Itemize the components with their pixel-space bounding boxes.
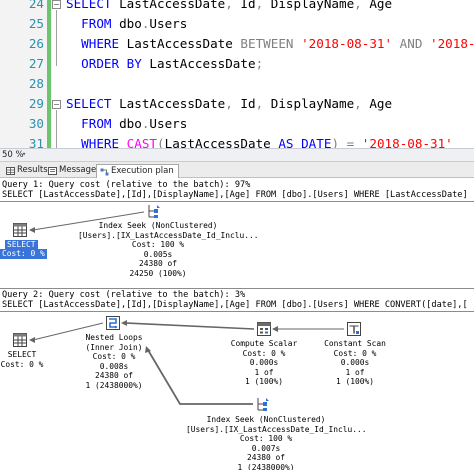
line-number: 26 <box>28 36 44 51</box>
code-text: FROM dbo.Users <box>66 114 187 134</box>
code-token: LastAccessDate <box>149 56 256 71</box>
chevron-down-icon[interactable]: ▾ <box>22 150 26 158</box>
code-line[interactable]: 27 ORDER BY LastAccessDate; <box>0 54 474 74</box>
code-text: SELECT LastAccessDate, Id, DisplayName, … <box>66 94 392 114</box>
collapse-toggle-icon[interactable]: − <box>52 0 61 9</box>
code-line[interactable]: 29 SELECT LastAccessDate, Id, DisplayName… <box>0 94 474 114</box>
flow-arrow <box>147 349 253 405</box>
sql-editor[interactable]: 24 SELECT LastAccessDate, Id, DisplayName… <box>0 0 474 148</box>
code-token: , <box>354 0 370 11</box>
code-token: LastAccessDate <box>164 136 279 148</box>
code-line[interactable]: 24 SELECT LastAccessDate, Id, DisplayName… <box>0 0 474 14</box>
code-token: , <box>225 96 241 111</box>
code-text: WHERE LastAccessDate BETWEEN '2018-08-31… <box>66 34 474 54</box>
tab-messages[interactable]: Messages <box>45 164 101 178</box>
code-token: WHERE <box>66 136 127 148</box>
code-token: DisplayName <box>270 96 355 111</box>
code-text: SELECT LastAccessDate, Id, DisplayName, … <box>66 0 392 14</box>
code-token: , <box>225 0 241 11</box>
fold-outline <box>56 110 57 148</box>
editor-status-bar: 50 % ▾ <box>0 148 474 162</box>
tab-results[interactable]: Results <box>3 164 48 178</box>
code-token: Users <box>149 16 188 31</box>
results-tab-strip: Results Messages Execution plan <box>0 162 474 178</box>
flow-arrowhead <box>29 337 35 343</box>
flow-arrowhead <box>121 320 127 326</box>
code-token: Age <box>369 0 393 11</box>
grid-icon <box>6 167 15 175</box>
code-token: BETWEEN <box>240 36 302 51</box>
code-line[interactable]: 31 WHERE CAST(LastAccessDate AS DATE) = … <box>0 134 474 148</box>
code-token: , <box>255 96 271 111</box>
code-text: FROM dbo.Users <box>66 14 187 34</box>
code-token: WHERE <box>66 36 127 51</box>
line-number: 28 <box>28 76 44 91</box>
messages-icon <box>48 167 57 175</box>
code-token: AND <box>392 36 430 51</box>
code-token: ) = <box>331 136 362 148</box>
line-number: 30 <box>28 116 44 131</box>
tab-messages-label: Messages <box>59 165 101 175</box>
flow-arrowhead <box>29 227 35 233</box>
line-number: 24 <box>28 0 44 11</box>
zoom-level[interactable]: 50 % <box>2 150 24 160</box>
line-number: 31 <box>28 136 44 148</box>
code-token: SELECT <box>66 96 120 111</box>
code-token: AS <box>278 136 302 148</box>
line-number: 27 <box>28 56 44 71</box>
code-line[interactable]: 28 <box>0 74 474 94</box>
execution-plan-pane: Query 1: Query cost (relative to the bat… <box>0 178 474 470</box>
code-token: LastAccessDate <box>126 36 241 51</box>
code-token: CAST <box>126 136 158 148</box>
code-token: dbo <box>119 16 142 31</box>
line-number: 29 <box>28 96 44 111</box>
code-token: ; <box>255 56 264 71</box>
code-line[interactable]: 26 WHERE LastAccessDate BETWEEN '2018-08… <box>0 34 474 54</box>
code-token: DATE <box>301 136 332 148</box>
code-token: Age <box>369 96 393 111</box>
plan-flow-arrows <box>29 211 344 405</box>
flow-arrow <box>32 211 145 231</box>
collapse-toggle-icon[interactable]: − <box>52 100 61 109</box>
code-text: WHERE CAST(LastAccessDate AS DATE) = '20… <box>66 134 453 148</box>
code-token: FROM <box>66 16 120 31</box>
code-token: LastAccessDate <box>119 0 226 11</box>
code-token: ORDER BY <box>66 56 150 71</box>
code-token: FROM <box>66 116 120 131</box>
code-text: ORDER BY LastAccessDate; <box>66 54 263 74</box>
flow-arrow <box>32 322 104 341</box>
code-token: Id <box>240 0 256 11</box>
code-token: , <box>354 96 370 111</box>
execution-plan-icon <box>100 168 109 176</box>
code-token: Id <box>240 96 256 111</box>
code-token: LastAccessDate <box>119 96 226 111</box>
code-token: '2018-08-31' <box>301 36 393 51</box>
code-token: ( <box>157 136 165 148</box>
flow-arrow <box>124 322 255 330</box>
code-line[interactable]: 25 FROM dbo.Users <box>0 14 474 34</box>
code-token: , <box>255 0 271 11</box>
code-token: Users <box>149 116 188 131</box>
code-token: SELECT <box>66 0 120 11</box>
code-token: '2018-09-01' <box>430 36 474 51</box>
code-line[interactable]: 30 FROM dbo.Users <box>0 114 474 134</box>
flow-arrowhead <box>272 326 278 332</box>
tab-execution-plan-label: Execution plan <box>111 166 174 176</box>
tab-execution-plan[interactable]: Execution plan <box>96 164 179 178</box>
code-token: dbo <box>119 116 142 131</box>
fold-outline <box>56 10 57 66</box>
line-number: 25 <box>28 16 44 31</box>
tab-results-label: Results <box>17 165 48 175</box>
code-token: '2018-08-31' <box>361 136 453 148</box>
code-token: DisplayName <box>270 0 355 11</box>
